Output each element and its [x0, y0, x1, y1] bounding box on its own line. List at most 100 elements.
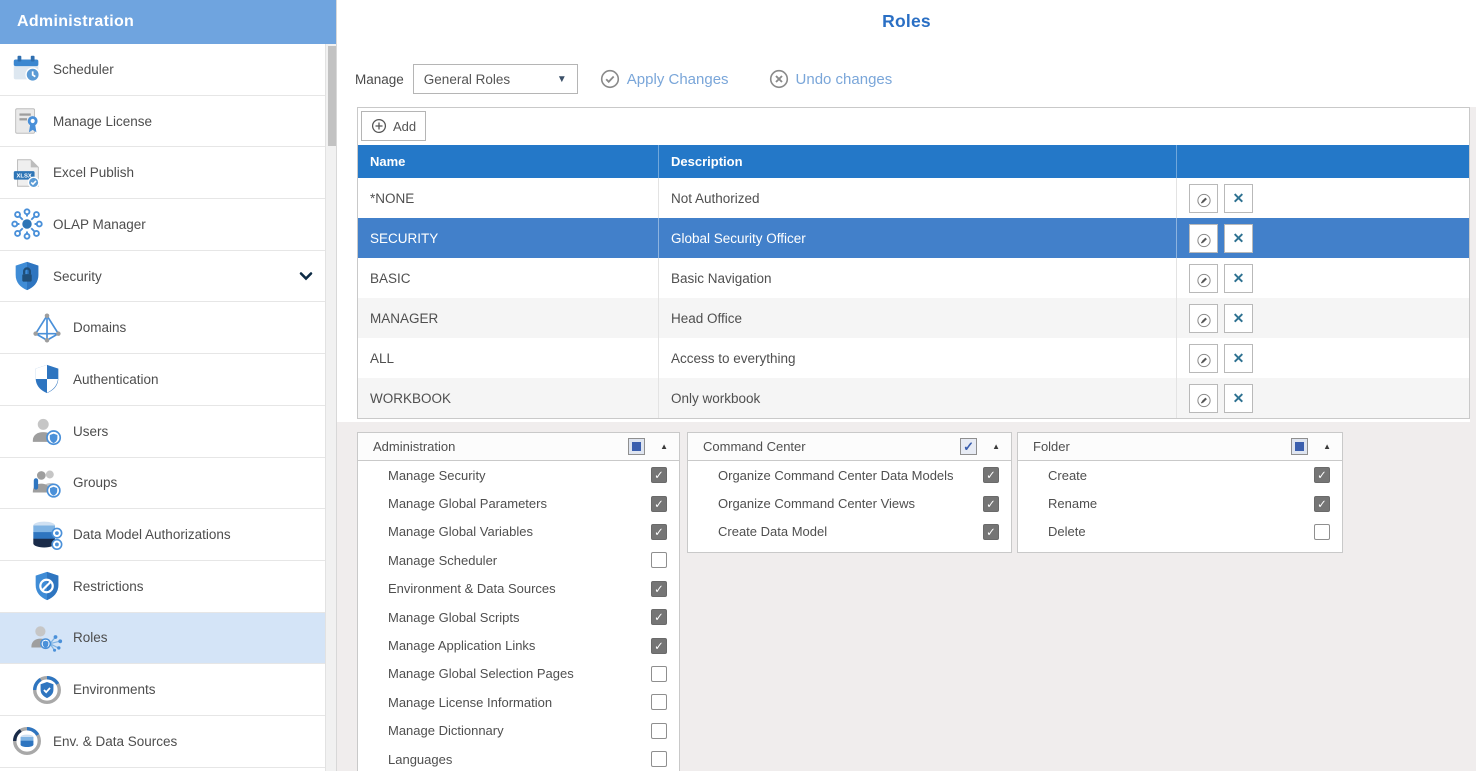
table-row-security[interactable]: SECURITYGlobal Security Officer✕ [358, 218, 1469, 258]
table-row-all[interactable]: ALLAccess to everything✕ [358, 338, 1469, 378]
edit-role-button[interactable] [1189, 304, 1218, 333]
sidebar: Administration SchedulerManage LicenseXL… [0, 0, 337, 771]
role-description-cell: Access to everything [658, 338, 1176, 378]
undo-changes-label: Undo changes [796, 71, 893, 88]
edit-role-button[interactable] [1189, 184, 1218, 213]
permission-item-languages: Languages [358, 745, 679, 771]
edit-pencil-icon [1196, 310, 1212, 326]
permission-label: Manage Security [388, 468, 651, 483]
permission-label: Manage License Information [388, 695, 651, 710]
license-icon [10, 104, 44, 138]
table-row-manager[interactable]: MANAGERHead Office✕ [358, 298, 1469, 338]
column-header-description[interactable]: Description [658, 145, 1176, 178]
checkbox-manage-global-scripts[interactable]: ✓ [651, 609, 667, 625]
table-row-basic[interactable]: BASICBasic Navigation✕ [358, 258, 1469, 298]
permission-label: Organize Command Center Data Models [718, 468, 983, 483]
sidebar-item-label: Manage License [53, 114, 152, 129]
role-actions-cell: ✕ [1176, 218, 1469, 258]
collapse-arrow-icon[interactable]: ▲ [660, 442, 668, 451]
sidebar-item-label: Environments [73, 682, 156, 697]
panel-checkbox-command-center[interactable]: ✓ [960, 438, 977, 455]
checkbox-environment-data-sources[interactable]: ✓ [651, 581, 667, 597]
checkbox-manage-global-variables[interactable]: ✓ [651, 524, 667, 540]
sidebar-item-label: Env. & Data Sources [53, 734, 177, 749]
manage-roles-select[interactable]: General Roles ▼ [413, 64, 578, 94]
role-name-cell: *NONE [358, 178, 658, 218]
checkbox-create[interactable]: ✓ [1314, 467, 1330, 483]
sidebar-item-groups[interactable]: Groups [0, 458, 326, 510]
edit-role-button[interactable] [1189, 264, 1218, 293]
column-header-name[interactable]: Name [358, 145, 658, 178]
permission-item-manage-dictionnary: Manage Dictionnary [358, 717, 679, 745]
delete-role-button[interactable]: ✕ [1224, 304, 1253, 333]
delete-role-button[interactable]: ✕ [1224, 264, 1253, 293]
checkbox-create-data-model[interactable]: ✓ [983, 524, 999, 540]
sidebar-item-scheduler[interactable]: Scheduler [0, 44, 326, 96]
sidebar-item-restrictions[interactable]: Restrictions [0, 561, 326, 613]
sidebar-scrollbar-track[interactable] [325, 44, 336, 771]
edit-role-button[interactable] [1189, 224, 1218, 253]
delete-role-button[interactable]: ✕ [1224, 224, 1253, 253]
checkbox-manage-license-information[interactable] [651, 694, 667, 710]
role-name-cell: SECURITY [358, 218, 658, 258]
permission-item-manage-global-selection-pages: Manage Global Selection Pages [358, 660, 679, 688]
checkbox-organize-command-center-data-models[interactable]: ✓ [983, 467, 999, 483]
panel-header-administration: Administration▲ [358, 433, 679, 461]
sidebar-item-domains[interactable]: Domains [0, 302, 326, 354]
sidebar-item-env-data-sources[interactable]: Env. & Data Sources [0, 716, 326, 768]
checkbox-organize-command-center-views[interactable]: ✓ [983, 496, 999, 512]
sidebar-item-authentication[interactable]: Authentication [0, 354, 326, 406]
delete-role-button[interactable]: ✕ [1224, 384, 1253, 413]
sidebar-item-excel-publish[interactable]: XLSXExcel Publish [0, 147, 326, 199]
checkbox-manage-global-parameters[interactable]: ✓ [651, 496, 667, 512]
edit-pencil-icon [1196, 270, 1212, 286]
sidebar-item-users[interactable]: Users [0, 406, 326, 458]
panel-body-command-center: Organize Command Center Data Models✓Orga… [688, 461, 1011, 552]
checkbox-languages[interactable] [651, 751, 667, 767]
checkbox-rename[interactable]: ✓ [1314, 496, 1330, 512]
apply-changes-button[interactable]: Apply Changes [600, 69, 729, 89]
panel-title: Command Center [703, 439, 960, 454]
column-header-actions [1176, 145, 1469, 178]
sidebar-item-security[interactable]: Security [0, 251, 326, 303]
permission-item-rename: Rename✓ [1018, 489, 1342, 517]
delete-role-button[interactable]: ✕ [1224, 184, 1253, 213]
sidebar-item-environments[interactable]: Environments [0, 664, 326, 716]
edit-role-button[interactable] [1189, 344, 1218, 373]
checkbox-manage-global-selection-pages[interactable] [651, 666, 667, 682]
permission-label: Organize Command Center Views [718, 496, 983, 511]
environments-icon [30, 673, 64, 707]
collapse-arrow-icon[interactable]: ▲ [1323, 442, 1331, 451]
checkbox-manage-security[interactable]: ✓ [651, 467, 667, 483]
sidebar-scrollbar-thumb[interactable] [328, 46, 336, 146]
checkbox-manage-application-links[interactable]: ✓ [651, 638, 667, 654]
panel-checkbox-administration[interactable] [628, 438, 645, 455]
domains-icon [30, 311, 64, 345]
permission-item-delete: Delete [1018, 518, 1342, 546]
panel-command-center: Command Center✓▲Organize Command Center … [687, 432, 1012, 553]
sidebar-item-olap-manager[interactable]: OLAP Manager [0, 199, 326, 251]
delete-role-button[interactable]: ✕ [1224, 344, 1253, 373]
delete-x-icon: ✕ [1233, 191, 1245, 205]
checkbox-manage-dictionnary[interactable] [651, 723, 667, 739]
table-row-workbook[interactable]: WORKBOOKOnly workbook✕ [358, 378, 1469, 418]
checkbox-manage-scheduler[interactable] [651, 552, 667, 568]
groups-icon [30, 466, 64, 500]
sidebar-item-data-model-authorizations[interactable]: Data Model Authorizations [0, 509, 326, 561]
permission-label: Manage Application Links [388, 638, 651, 653]
permission-label: Manage Global Scripts [388, 610, 651, 625]
edit-role-button[interactable] [1189, 384, 1218, 413]
restrictions-icon [30, 569, 64, 603]
add-role-button[interactable]: Add [361, 111, 426, 141]
sidebar-item-roles[interactable]: Roles [0, 613, 326, 665]
scheduler-icon [10, 52, 44, 86]
table-row-none[interactable]: *NONENot Authorized✕ [358, 178, 1469, 218]
roles-table: Add Name Description *NONENot Authorized… [357, 107, 1470, 419]
role-description-cell: Only workbook [658, 378, 1176, 418]
checkbox-delete[interactable] [1314, 524, 1330, 540]
collapse-arrow-icon[interactable]: ▲ [992, 442, 1000, 451]
undo-changes-button[interactable]: Undo changes [769, 69, 893, 89]
sidebar-item-manage-license[interactable]: Manage License [0, 96, 326, 148]
apply-check-circle-icon [600, 69, 620, 89]
panel-checkbox-folder[interactable] [1291, 438, 1308, 455]
